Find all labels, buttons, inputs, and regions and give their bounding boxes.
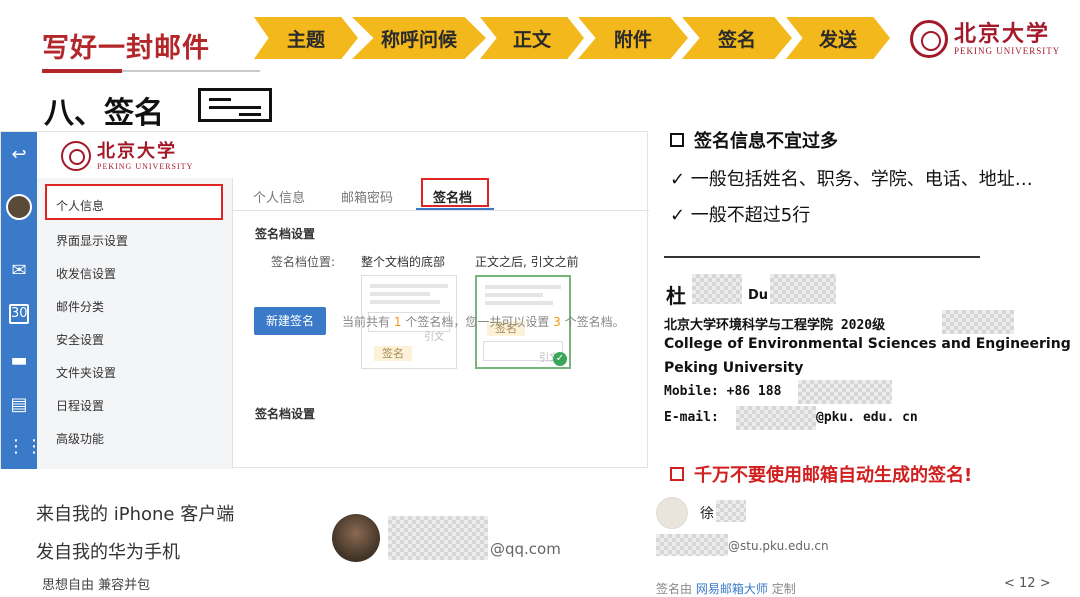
folder-icon[interactable]: ▬ — [7, 350, 31, 372]
page-number: < 12 > — [1004, 576, 1051, 591]
qq-email-suffix: @qq.com — [490, 540, 561, 558]
pku-seal-icon — [910, 20, 948, 58]
sidebar-item-personal-info[interactable]: 个人信息 — [56, 197, 104, 214]
pku-logo-cn: 北京大学 — [954, 21, 1051, 47]
signature-settings-heading: 签名档设置 — [255, 227, 316, 241]
apps-grid-icon[interactable]: ⋮⋮ — [7, 436, 43, 458]
sig-school-en: College of Environmental Sciences and En… — [664, 336, 1071, 352]
back-icon[interactable]: ↩ — [7, 144, 31, 166]
settings-sidebar: 个人信息 界面显示设置 收发信设置 邮件分类 安全设置 文件夹设置 日程设置 高… — [37, 178, 233, 469]
redacted-auto-email — [656, 534, 728, 556]
sig-name-cn: 杜 — [666, 284, 686, 308]
qq-avatar — [332, 514, 380, 562]
sidebar-item-mail-category[interactable]: 邮件分类 — [56, 298, 104, 315]
left-icon-rail: ↩ ✉ 30 ▬ ▤ ⋮⋮ — [1, 132, 43, 469]
sample-signature-card: 杜 Du 北京大学环境科学与工程学院 2020级 College of Envi… — [652, 268, 1080, 448]
auto-signature-name: 徐 — [700, 506, 714, 522]
sidebar-item-security[interactable]: 安全设置 — [56, 331, 104, 348]
option-bottom-label[interactable]: 整个文档的底部 — [361, 253, 445, 270]
default-iphone-signature: 来自我的 iPhone 客户端 — [36, 504, 235, 525]
mail-logo-cn: 北京大学 — [97, 140, 177, 162]
signature-list-heading: 签名档设置 — [255, 407, 316, 421]
calendar-icon[interactable]: 30 — [9, 304, 29, 324]
auto-signature-footer: 签名由 网易邮箱大师 定制 — [656, 582, 796, 596]
step-chevrons: 主题 称呼问候 正文 附件 签名 发送 — [254, 17, 894, 59]
tip-content-items: ✓ 一般包括姓名、职务、学院、电话、地址… — [670, 169, 1033, 190]
settings-tabs: 个人信息 邮箱密码 签名档 — [233, 178, 649, 211]
redacted-qq-id — [388, 516, 488, 560]
signature-card-icon — [198, 88, 272, 122]
pku-logo-en: PEKING UNIVERSITY — [954, 46, 1061, 56]
pku-motto: 思想自由 兼容并包 — [42, 578, 151, 593]
sig-email-label: E-mail: — [664, 410, 719, 425]
signature-count-max: 3 — [553, 315, 561, 329]
auto-signature-avatar — [656, 497, 688, 529]
redacted-class — [942, 310, 1014, 334]
mail-pku-logo: 北京大学 PEKING UNIVERSITY — [61, 141, 193, 171]
section-title: 八、签名 — [44, 96, 164, 131]
step-signature: 签名 — [682, 17, 792, 59]
signature-count-text: 当前共有 1 个签名档，您一共可以设置 3 个签名档。 — [342, 315, 625, 329]
title-underline-accent — [42, 69, 122, 73]
step-body: 正文 — [480, 17, 584, 59]
mini-signature-label: 签名 — [374, 346, 412, 361]
tip-divider — [664, 256, 980, 258]
redacted-auto-name — [716, 500, 746, 522]
tab-signature[interactable]: 签名档 — [433, 187, 472, 206]
mail-icon[interactable]: ✉ — [7, 260, 31, 282]
tip-no-auto-signature: 千万不要使用邮箱自动生成的签名! — [670, 461, 972, 487]
contacts-icon[interactable]: ▤ — [7, 394, 31, 416]
selected-check-icon: ✓ — [553, 352, 567, 366]
active-tab-indicator — [416, 208, 494, 210]
option-after-body-label[interactable]: 正文之后, 引文之前 — [475, 253, 579, 270]
checkbox-square-icon — [670, 133, 684, 147]
sidebar-item-display[interactable]: 界面显示设置 — [56, 232, 128, 249]
checkbox-square-icon-red — [670, 467, 684, 481]
tab-mail-password[interactable]: 邮箱密码 — [341, 187, 393, 206]
redacted-name — [692, 274, 742, 304]
sig-school-cn: 北京大学环境科学与工程学院 2020级 — [664, 318, 886, 333]
step-subject: 主题 — [254, 17, 358, 59]
user-avatar[interactable] — [6, 194, 32, 220]
tab-personal-info[interactable]: 个人信息 — [253, 187, 305, 206]
sidebar-item-advanced[interactable]: 高级功能 — [56, 430, 104, 447]
sig-email-suffix: @pku. edu. cn — [816, 410, 918, 425]
sig-name-en: Du — [748, 288, 769, 303]
sig-mobile: Mobile: +86 188 — [664, 384, 782, 399]
mail-settings-screenshot: ↩ ✉ 30 ▬ ▤ ⋮⋮ 北京大学 PEKING UNIVERSITY 个人信… — [0, 131, 649, 469]
auto-signature-email-suffix: @stu.pku.edu.cn — [728, 539, 829, 553]
new-signature-button[interactable]: 新建签名 — [254, 307, 326, 335]
redacted-name-en — [770, 274, 836, 304]
slide-title: 写好一封邮件 — [42, 33, 210, 64]
step-greeting: 称呼问候 — [352, 17, 486, 59]
pku-logo: 北京大学 PEKING UNIVERSITY — [910, 20, 1060, 58]
sidebar-item-calendar[interactable]: 日程设置 — [56, 397, 104, 414]
position-label: 签名档位置: — [271, 255, 336, 269]
step-send: 发送 — [786, 17, 890, 59]
mail-logo-en: PEKING UNIVERSITY — [97, 161, 194, 171]
netease-mail-master-link[interactable]: 网易邮箱大师 — [696, 582, 768, 596]
default-huawei-signature: 发自我的华为手机 — [36, 542, 180, 563]
redacted-mobile — [798, 380, 892, 404]
mail-pku-seal-icon — [61, 141, 91, 171]
tip-keep-short: 签名信息不宜过多 — [670, 127, 838, 153]
sidebar-item-send-receive[interactable]: 收发信设置 — [56, 265, 116, 282]
step-attachment: 附件 — [578, 17, 688, 59]
sig-university-en: Peking University — [664, 360, 804, 376]
mini-quote-label: 引文 — [424, 332, 444, 343]
signature-count-current: 1 — [393, 315, 402, 329]
sidebar-item-folders[interactable]: 文件夹设置 — [56, 364, 116, 381]
redacted-email — [736, 406, 816, 430]
tip-max-lines: ✓ 一般不超过5行 — [670, 205, 811, 226]
